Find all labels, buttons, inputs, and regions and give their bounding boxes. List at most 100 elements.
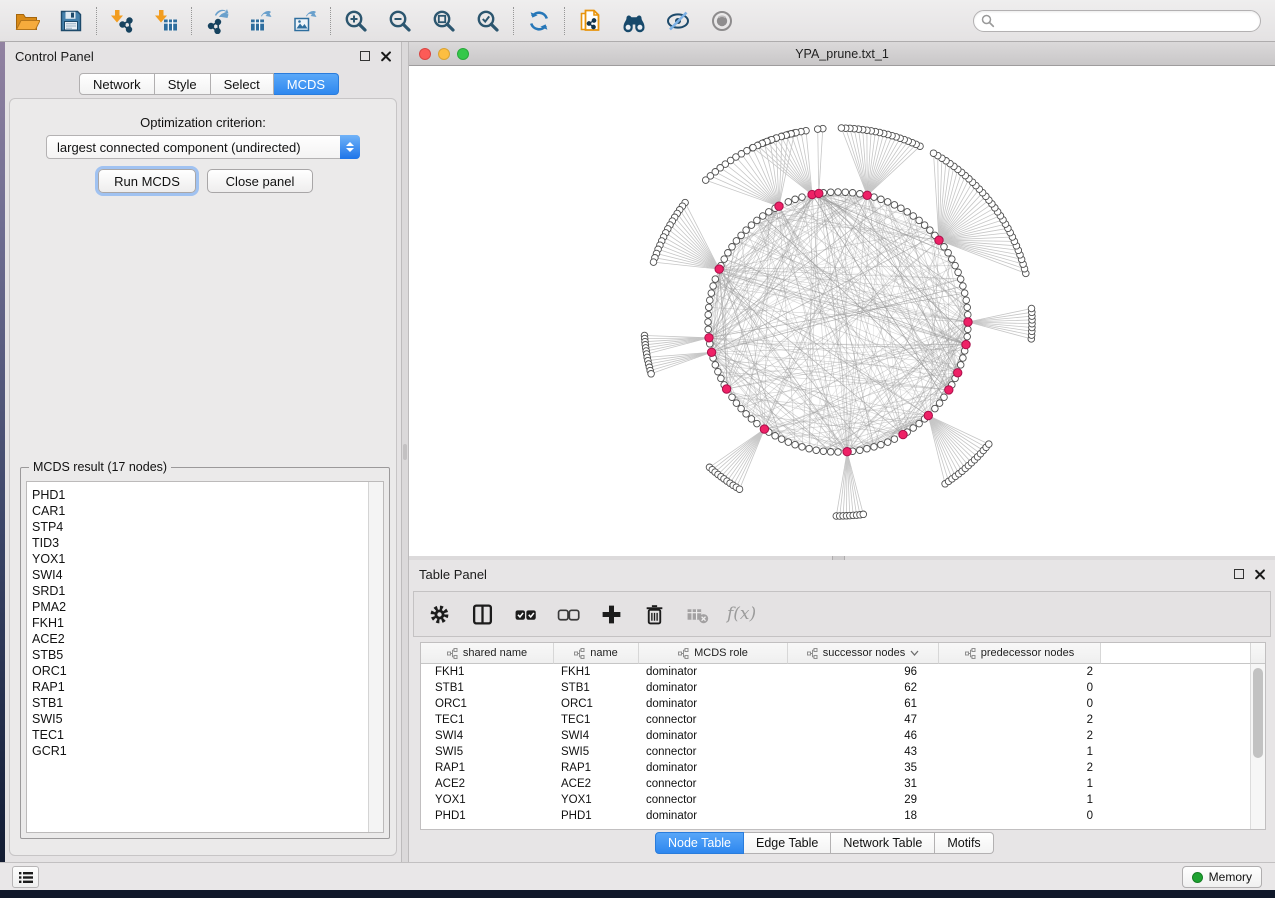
mcds-result-item[interactable]: RAP1 <box>27 679 368 695</box>
mcds-result-item[interactable]: STP4 <box>27 519 368 535</box>
panel-menu-button[interactable] <box>12 866 39 888</box>
table-cell[interactable]: SWI4 <box>421 728 554 744</box>
table-cell[interactable]: 43 <box>788 744 939 760</box>
table-cell[interactable]: dominator <box>639 728 788 744</box>
table-cell[interactable]: PHD1 <box>421 808 554 824</box>
table-cell[interactable]: SWI4 <box>554 728 639 744</box>
table-cell[interactable]: PHD1 <box>554 808 639 824</box>
delete-table-button[interactable] <box>686 603 709 626</box>
vertical-splitter[interactable] <box>401 42 409 862</box>
tab-network[interactable]: Network <box>79 73 155 95</box>
import-network-button[interactable] <box>107 6 137 36</box>
function-builder-button[interactable]: f(x) <box>727 604 756 624</box>
table-cell[interactable]: dominator <box>639 760 788 776</box>
table-cell[interactable]: 1 <box>939 792 1101 808</box>
table-cell[interactable]: TEC1 <box>554 712 639 728</box>
zoom-fit-button[interactable] <box>429 6 459 36</box>
table-cell[interactable]: STB1 <box>421 680 554 696</box>
table-row[interactable]: STB1STB1dominator620 <box>421 680 1250 696</box>
tab-select[interactable]: Select <box>211 73 274 95</box>
result-list-scrollbar[interactable] <box>368 482 383 832</box>
table-cell[interactable]: STB1 <box>554 680 639 696</box>
network-canvas[interactable] <box>409 66 1275 556</box>
table-cell[interactable]: 1 <box>939 776 1101 792</box>
delete-column-button[interactable] <box>643 603 666 626</box>
new-network-from-selection-button[interactable] <box>575 6 605 36</box>
table-cell[interactable]: TEC1 <box>421 712 554 728</box>
table-cell[interactable]: YOX1 <box>554 792 639 808</box>
memory-button[interactable]: Memory <box>1182 866 1262 888</box>
table-cell[interactable]: RAP1 <box>421 760 554 776</box>
table-cell[interactable]: 0 <box>939 696 1101 712</box>
mcds-result-item[interactable]: ACE2 <box>27 631 368 647</box>
mcds-result-item[interactable]: CAR1 <box>27 503 368 519</box>
table-row[interactable]: ACE2ACE2connector311 <box>421 776 1250 792</box>
table-cell[interactable]: FKH1 <box>421 664 554 680</box>
mcds-result-item[interactable]: SWI4 <box>27 567 368 583</box>
table-cell[interactable]: 2 <box>939 728 1101 744</box>
column-header-predecessor-nodes[interactable]: predecessor nodes <box>939 643 1101 664</box>
table-row[interactable]: TEC1TEC1connector472 <box>421 712 1250 728</box>
first-neighbors-button[interactable] <box>619 6 649 36</box>
table-row[interactable]: PHD1PHD1dominator180 <box>421 808 1250 824</box>
import-table-button[interactable] <box>151 6 181 36</box>
network-graph[interactable] <box>409 66 1275 556</box>
tab-node-table[interactable]: Node Table <box>655 832 744 854</box>
table-cell[interactable]: 62 <box>788 680 939 696</box>
table-row[interactable]: SWI5SWI5connector431 <box>421 744 1250 760</box>
close-panel-icon[interactable] <box>380 51 391 62</box>
mcds-result-item[interactable]: TEC1 <box>27 727 368 743</box>
mcds-result-item[interactable]: STB1 <box>27 695 368 711</box>
mcds-result-item[interactable]: PHD1 <box>27 487 368 503</box>
table-cell[interactable]: 18 <box>788 808 939 824</box>
mcds-result-item[interactable]: TID3 <box>27 535 368 551</box>
table-row[interactable]: ORC1ORC1dominator610 <box>421 696 1250 712</box>
table-cell[interactable]: 2 <box>939 760 1101 776</box>
mcds-result-item[interactable]: SWI5 <box>27 711 368 727</box>
select-all-button[interactable] <box>514 603 537 626</box>
table-cell[interactable]: 35 <box>788 760 939 776</box>
table-cell[interactable]: ACE2 <box>421 776 554 792</box>
save-session-button[interactable] <box>56 6 86 36</box>
mcds-result-item[interactable]: YOX1 <box>27 551 368 567</box>
table-cell[interactable]: ORC1 <box>421 696 554 712</box>
close-panel-icon[interactable] <box>1254 569 1265 580</box>
table-cell[interactable]: 61 <box>788 696 939 712</box>
table-cell[interactable]: 2 <box>939 664 1101 680</box>
open-file-button[interactable] <box>12 6 42 36</box>
table-row[interactable]: SWI4SWI4dominator462 <box>421 728 1250 744</box>
table-cell[interactable]: 0 <box>939 808 1101 824</box>
zoom-out-button[interactable] <box>385 6 415 36</box>
export-network-button[interactable] <box>202 6 232 36</box>
tab-style[interactable]: Style <box>155 73 211 95</box>
table-cell[interactable]: dominator <box>639 680 788 696</box>
mcds-result-item[interactable]: STB5 <box>27 647 368 663</box>
table-cell[interactable]: connector <box>639 792 788 808</box>
table-settings-button[interactable] <box>428 603 451 626</box>
table-cell[interactable]: 31 <box>788 776 939 792</box>
run-mcds-button[interactable]: Run MCDS <box>98 169 196 193</box>
criterion-select[interactable]: largest connected component (undirected) <box>46 135 360 159</box>
zoom-selected-button[interactable] <box>473 6 503 36</box>
table-cell[interactable]: 47 <box>788 712 939 728</box>
table-cell[interactable]: ACE2 <box>554 776 639 792</box>
table-cell[interactable]: SWI5 <box>421 744 554 760</box>
table-cell[interactable]: dominator <box>639 696 788 712</box>
table-cell[interactable]: 96 <box>788 664 939 680</box>
column-header-MCDS-role[interactable]: MCDS role <box>639 643 788 664</box>
column-header-name[interactable]: name <box>554 643 639 664</box>
column-header-successor-nodes[interactable]: successor nodes <box>788 643 939 664</box>
tab-edge-table[interactable]: Edge Table <box>744 832 831 854</box>
export-image-button[interactable] <box>290 6 320 36</box>
splitter-grip[interactable] <box>403 444 407 460</box>
tab-motifs[interactable]: Motifs <box>935 832 993 854</box>
table-cell[interactable]: FKH1 <box>554 664 639 680</box>
show-graphics-details-button[interactable] <box>707 6 737 36</box>
table-row[interactable]: FKH1FKH1dominator962 <box>421 664 1250 680</box>
show-columns-button[interactable] <box>471 603 494 626</box>
mcds-result-list[interactable]: PHD1CAR1STP4TID3YOX1SWI4SRD1PMA2FKH1ACE2… <box>26 481 384 833</box>
mcds-result-item[interactable]: FKH1 <box>27 615 368 631</box>
table-scrollbar[interactable] <box>1250 664 1265 829</box>
zoom-in-button[interactable] <box>341 6 371 36</box>
column-header-shared-name[interactable]: shared name <box>421 643 554 664</box>
